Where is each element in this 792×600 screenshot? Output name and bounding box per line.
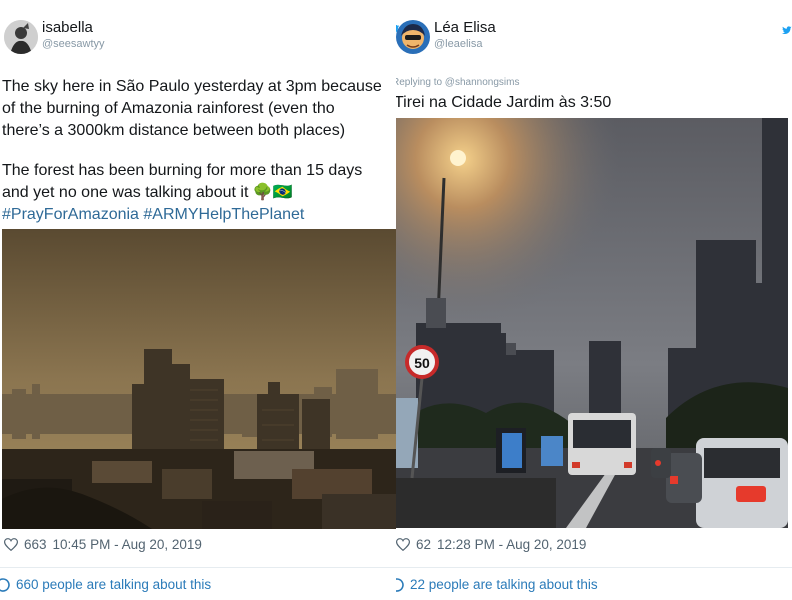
- tweet-photo-sao-paulo-skyline[interactable]: [2, 229, 396, 529]
- tweet-card-left: isabella @seesawtyy The sky here in São …: [0, 0, 397, 600]
- display-name[interactable]: isabella: [42, 19, 93, 36]
- timestamp[interactable]: 12:28 PM - Aug 20, 2019: [437, 537, 586, 552]
- timestamp[interactable]: 10:45 PM - Aug 20, 2019: [53, 537, 202, 552]
- user-handle[interactable]: @leaelisa: [434, 38, 482, 50]
- talking-count-label[interactable]: 660 people are talking about this: [16, 577, 211, 592]
- user-handle[interactable]: @seesawtyy: [42, 38, 105, 50]
- tweet-meta: 663 10:45 PM - Aug 20, 2019: [4, 537, 202, 552]
- twitter-bird-icon: [782, 22, 792, 40]
- avatar[interactable]: [396, 20, 430, 54]
- tweet-line: and yet no one was talking about it: [2, 184, 249, 201]
- hashtags[interactable]: #PrayForAmazonia #ARMYHelpThePlanet: [2, 204, 304, 226]
- tweet-photo-cidade-jardim[interactable]: 50: [396, 118, 788, 528]
- emoji-tree-flag: 🌳🇧🇷: [252, 184, 293, 201]
- tweet-meta: 62 12:28 PM - Aug 20, 2019: [396, 537, 586, 552]
- display-name[interactable]: Léa Elisa: [434, 19, 496, 36]
- tweet-line: The sky here in São Paulo yesterday at 3…: [2, 78, 382, 95]
- tweet-card-right: Léa Elisa @leaelisa Replying to @shannon…: [396, 0, 792, 600]
- heart-icon[interactable]: [4, 538, 18, 551]
- tweet-text: Tirei na Cidade Jardim às 3:50: [396, 94, 612, 111]
- tweet-line-with-emoji: and yet no one was talking about it 🌳🇧🇷: [2, 182, 293, 204]
- talking-about-link[interactable]: 22 people are talking about this: [396, 577, 598, 592]
- divider: [0, 567, 396, 568]
- tweet-line: there’s a 3000km distance between both p…: [2, 122, 346, 139]
- talking-count-label[interactable]: 22 people are talking about this: [410, 577, 598, 592]
- talking-about-link[interactable]: 660 people are talking about this: [0, 577, 211, 592]
- heart-icon[interactable]: [396, 538, 410, 551]
- replying-to[interactable]: Replying to @shannongsims: [396, 77, 519, 88]
- tweet-line: The forest has been burning for more tha…: [2, 162, 363, 179]
- speed-limit-sign: 50: [414, 355, 430, 371]
- like-count[interactable]: 62: [416, 537, 431, 552]
- speech-bubble-icon: [0, 577, 10, 592]
- tweet-line: of the burning of Amazonia rainforest (e…: [2, 100, 335, 117]
- like-count[interactable]: 663: [24, 537, 47, 552]
- speech-bubble-icon: [396, 577, 404, 592]
- divider: [396, 567, 792, 568]
- avatar[interactable]: [4, 20, 38, 54]
